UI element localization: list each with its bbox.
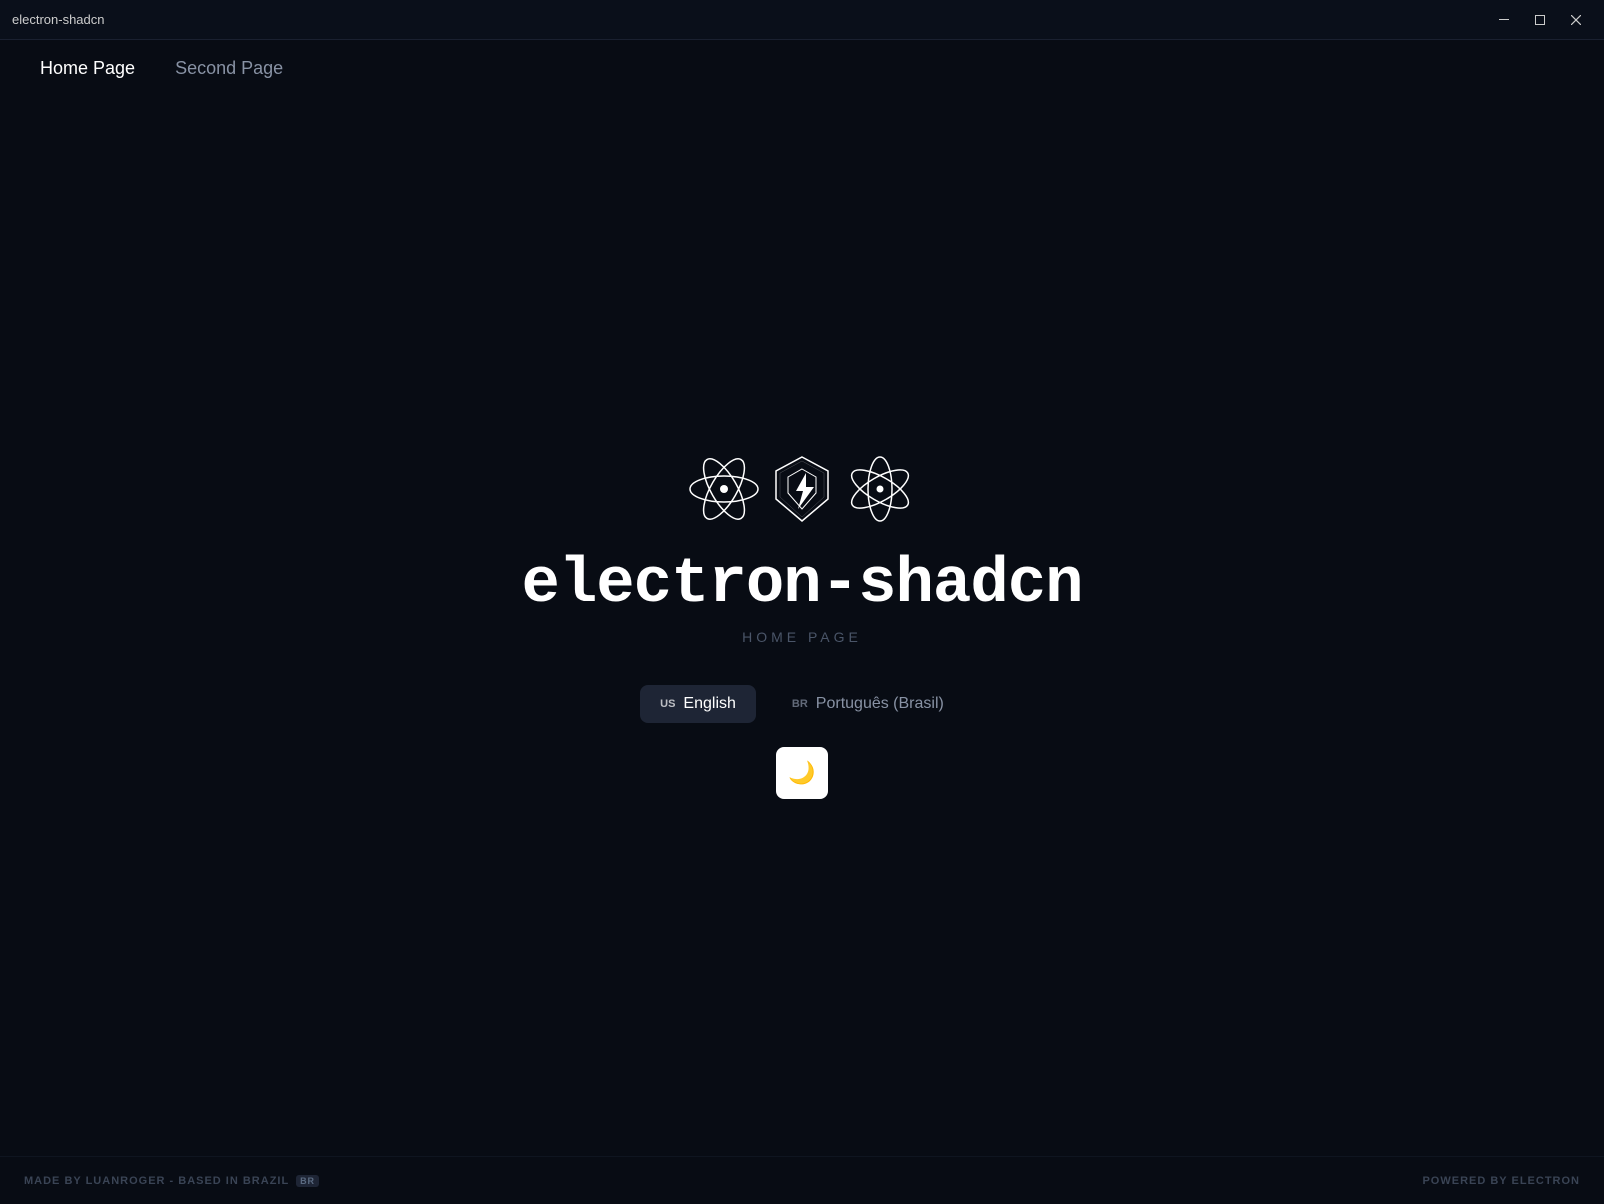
footer-badge: BR bbox=[296, 1175, 319, 1187]
react-icon bbox=[688, 453, 760, 525]
footer-left-text: MADE BY LUANROGER - BASED IN BRAZIL bbox=[24, 1175, 289, 1187]
titlebar-controls bbox=[1488, 8, 1592, 32]
vite-icon bbox=[772, 453, 832, 525]
moon-icon: 🌙 bbox=[788, 760, 815, 786]
footer: MADE BY LUANROGER - BASED IN BRAZIL BR P… bbox=[0, 1156, 1604, 1204]
icons-row bbox=[688, 453, 916, 525]
maximize-button[interactable] bbox=[1524, 8, 1556, 32]
electron-icon bbox=[844, 453, 916, 525]
app-title: electron-shadcn bbox=[521, 549, 1082, 621]
main-content: electron-shadcn HOME PAGE US English BR … bbox=[0, 96, 1604, 1156]
lang-label-pt: Português (Brasil) bbox=[816, 695, 944, 713]
titlebar: electron-shadcn bbox=[0, 0, 1604, 40]
titlebar-title: electron-shadcn bbox=[12, 12, 105, 27]
lang-prefix-pt: BR bbox=[792, 698, 808, 710]
lang-button-pt[interactable]: BR Português (Brasil) bbox=[772, 685, 964, 723]
lang-label-en: English bbox=[683, 695, 735, 713]
lang-prefix-en: US bbox=[660, 698, 675, 710]
lang-button-en[interactable]: US English bbox=[640, 685, 756, 723]
navbar: Home Page Second Page bbox=[0, 40, 1604, 96]
close-button[interactable] bbox=[1560, 8, 1592, 32]
theme-toggle-button[interactable]: 🌙 bbox=[776, 747, 828, 799]
app-subtitle: HOME PAGE bbox=[742, 629, 862, 645]
minimize-button[interactable] bbox=[1488, 8, 1520, 32]
footer-right: POWERED BY ELECTRON bbox=[1422, 1175, 1580, 1187]
footer-left: MADE BY LUANROGER - BASED IN BRAZIL BR bbox=[24, 1175, 319, 1187]
nav-item-second[interactable]: Second Page bbox=[159, 50, 299, 87]
nav-item-home[interactable]: Home Page bbox=[24, 50, 151, 87]
language-buttons: US English BR Português (Brasil) bbox=[640, 685, 964, 723]
